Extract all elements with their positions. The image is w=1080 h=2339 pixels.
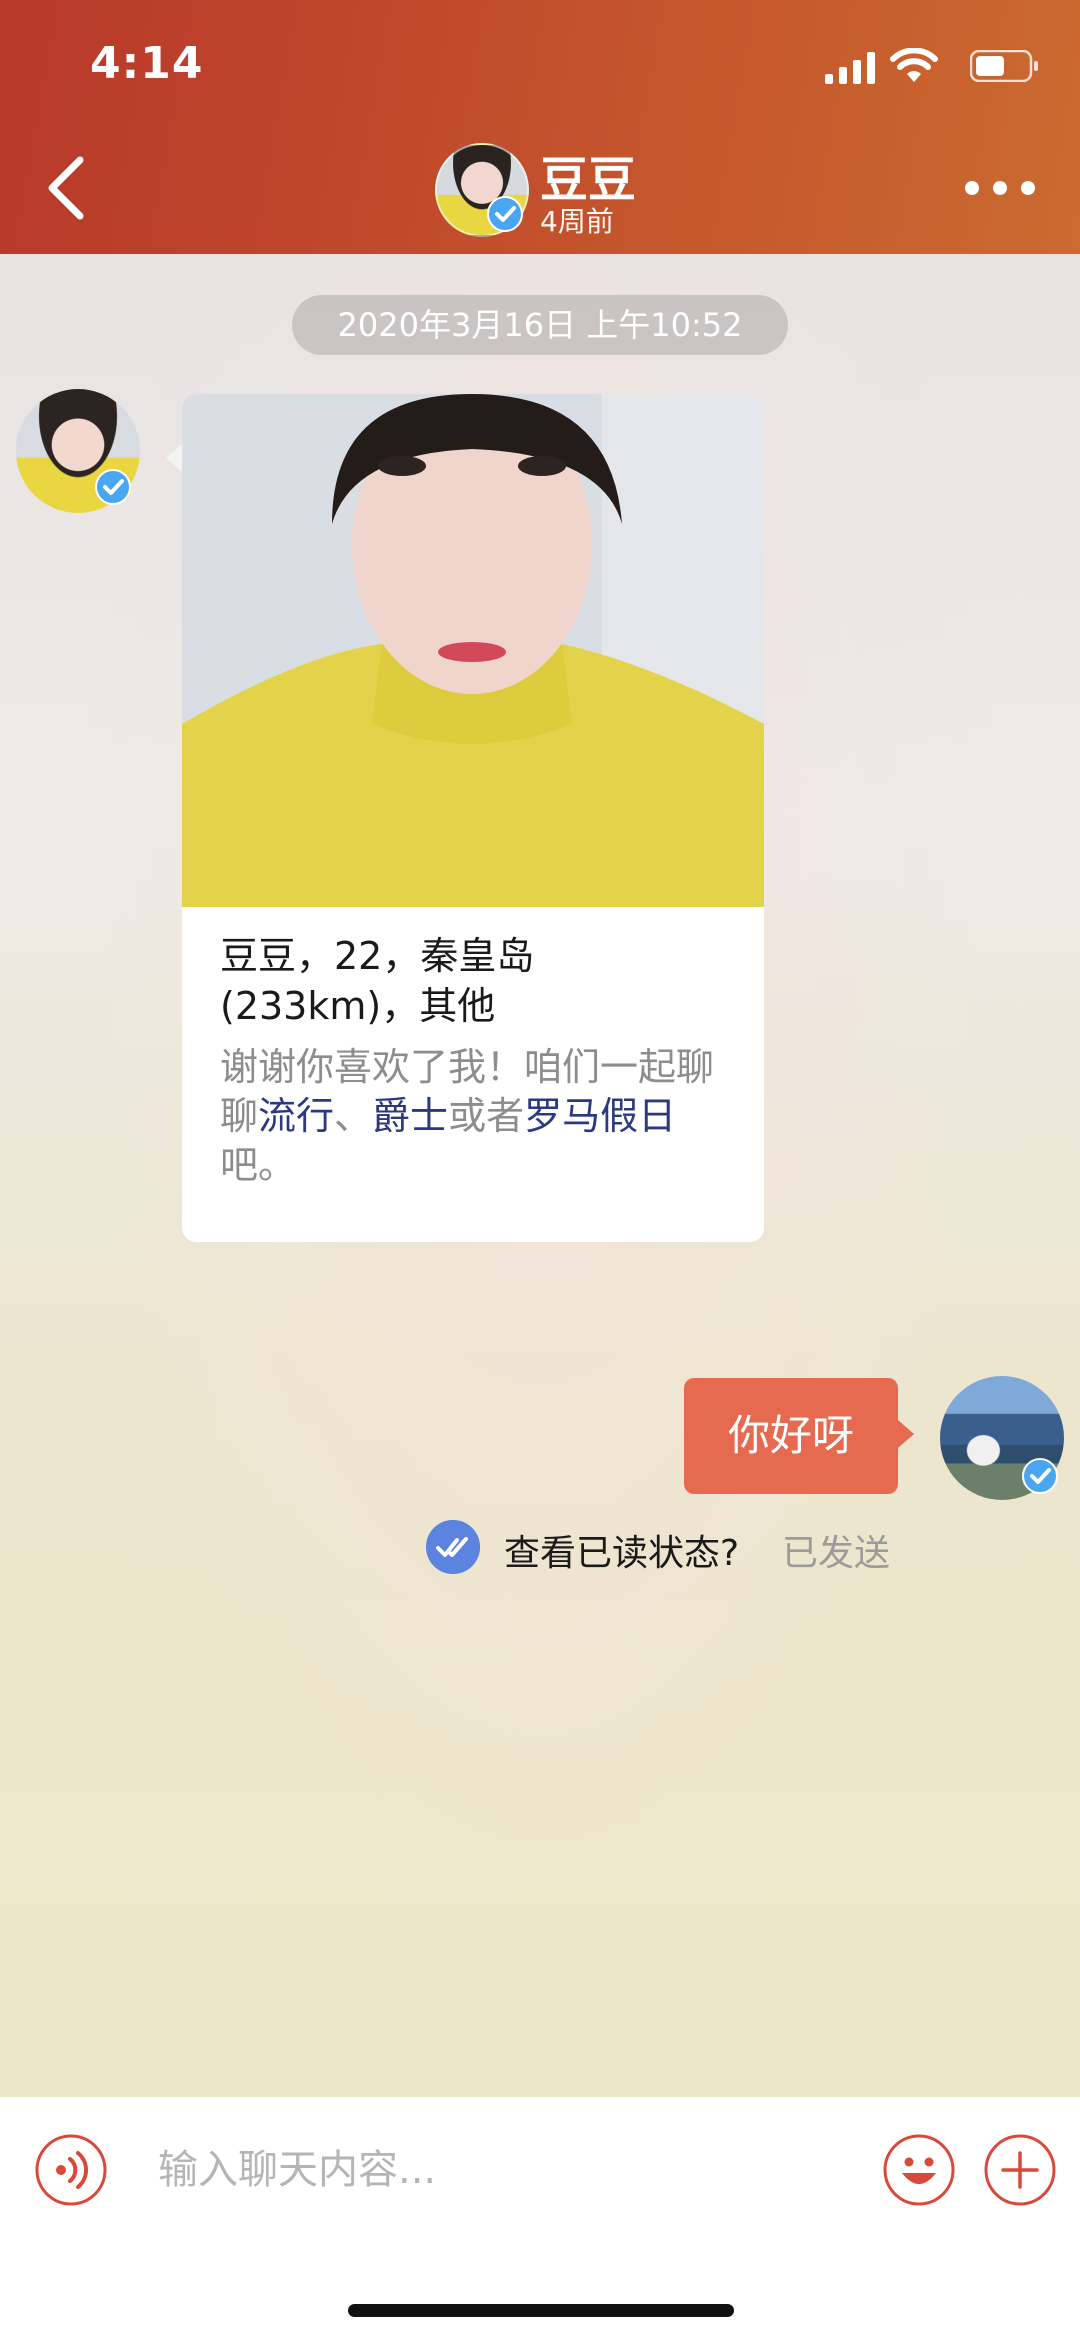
message-sep: 、 [334, 1094, 373, 1138]
profile-photo[interactable] [182, 394, 764, 907]
emoji-icon[interactable] [882, 2133, 956, 2207]
double-check-icon[interactable] [426, 1520, 480, 1574]
message-input[interactable] [158, 2133, 858, 2207]
signal-icon [825, 52, 875, 84]
last-seen: 4周前 [540, 205, 614, 238]
interest-link-jazz[interactable]: 爵士 [372, 1094, 448, 1138]
interest-link-movie[interactable]: 罗马假日 [524, 1094, 676, 1138]
more-dots-icon[interactable] [960, 170, 1040, 206]
read-status-prompt[interactable]: 查看已读状态? [504, 1524, 739, 1576]
message-sep: 或者 [448, 1094, 525, 1138]
profile-card[interactable]: 豆豆，22，秦皇岛(233km)，其他 谢谢你喜欢了我！咱们一起聊聊流行、爵士或… [182, 394, 764, 1242]
my-message-bubble[interactable]: 你好呀 [684, 1378, 898, 1494]
back-button[interactable] [40, 152, 96, 224]
plus-icon[interactable] [983, 2133, 1057, 2207]
verified-badge-icon [95, 469, 131, 505]
chat-area[interactable]: 2020年3月16日 上午10:52 豆豆，22，秦皇岛(233km)，其他 谢… [0, 254, 1080, 2097]
home-indicator [348, 2304, 734, 2317]
status-time: 4:14 [90, 38, 204, 89]
profile-message: 谢谢你喜欢了我！咱们一起聊聊流行、爵士或者罗马假日吧。 [220, 1043, 730, 1190]
verified-badge-icon [1022, 1458, 1058, 1494]
wifi-icon [890, 48, 938, 82]
message-text: 吧。 [220, 1143, 297, 1187]
voice-icon[interactable] [34, 2133, 108, 2207]
date-separator: 2020年3月16日 上午10:52 [292, 295, 788, 355]
battery-icon [970, 50, 1038, 82]
verified-badge-icon [487, 196, 523, 232]
send-status: 已发送 [782, 1533, 891, 1574]
interest-link-pop[interactable]: 流行 [258, 1094, 334, 1138]
bubble-tail [898, 1420, 914, 1448]
chat-header: 4:14 豆豆 4周前 [0, 0, 1080, 254]
profile-info: 豆豆，22，秦皇岛(233km)，其他 [220, 934, 535, 1028]
input-bar [0, 2097, 1080, 2339]
